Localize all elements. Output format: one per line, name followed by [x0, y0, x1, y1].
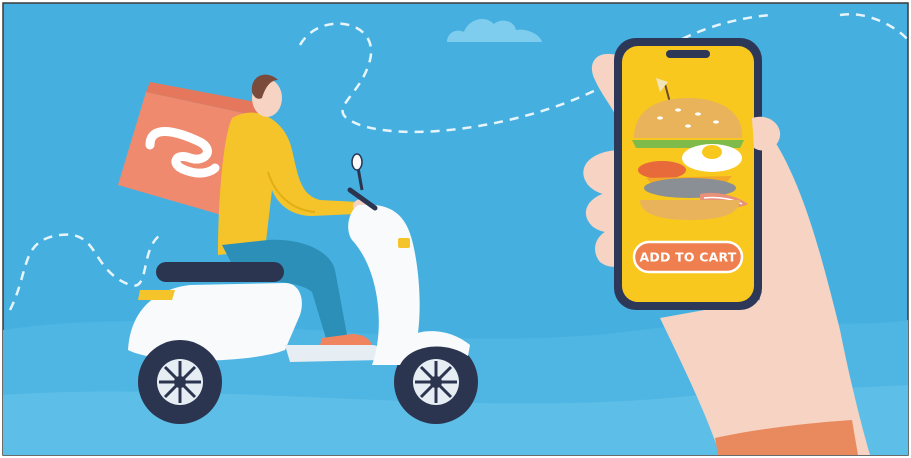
smartphone: ADD TO CART	[614, 38, 762, 310]
add-to-cart-button[interactable]: ADD TO CART	[632, 240, 744, 274]
add-to-cart-label: ADD TO CART	[640, 250, 737, 265]
rear-wheel	[138, 340, 222, 424]
delivery-illustration: ADD TO CART	[0, 0, 911, 458]
